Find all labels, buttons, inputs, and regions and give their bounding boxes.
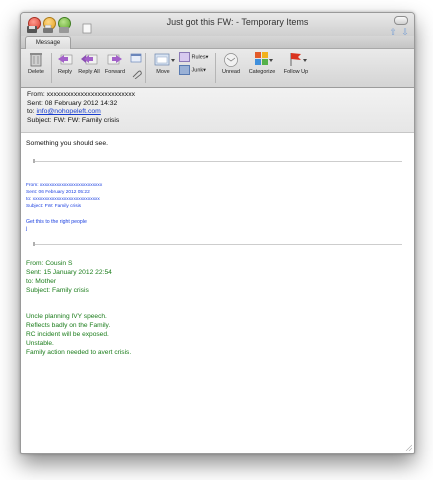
reply-all-button[interactable]: Reply All (77, 51, 101, 75)
delete-button[interactable]: Delete (25, 51, 47, 75)
reply-all-label: Reply All (78, 69, 100, 75)
to-label: to: (27, 108, 35, 116)
forward-button[interactable]: Forward (103, 51, 127, 75)
fw2-subject: Subject: Family crisis (26, 287, 89, 294)
rules-label: Rules (191, 54, 206, 61)
header-sent-row: Sent: 08 February 2012 14:32 (27, 100, 408, 109)
fw2-from: From: Cousin S (26, 260, 73, 267)
forward-divider (33, 159, 402, 163)
unread-label: Unread (221, 69, 241, 75)
header-to-row: to: info@nohopeleft.com (27, 108, 408, 117)
subject-value: FW: FW: Family crisis (53, 117, 120, 125)
junk-label: Junk (191, 67, 204, 74)
sent-label: Sent: (27, 99, 43, 107)
categorize-button[interactable]: Categorize (245, 51, 279, 75)
follow-up-button[interactable]: Follow Up (281, 51, 311, 75)
follow-up-flag-icon (287, 51, 307, 67)
toolbar-divider (145, 53, 146, 83)
fw2-line: Family action needed to avert crisis. (26, 349, 132, 356)
attachment-icon[interactable] (130, 69, 142, 79)
sent-value: 08 February 2012 14:32 (44, 99, 118, 107)
mail-window: Just got this FW: - Temporary Items ⇧ ⇩ … (20, 12, 415, 454)
forward-icon (106, 51, 124, 67)
reply-button[interactable]: Reply (54, 51, 76, 75)
fw1-from: From: xxxxxxxxxxxxxxxxxxxxxxxxxx (26, 183, 103, 188)
toolbar-toggle-button[interactable] (394, 16, 408, 25)
fw2-line: Uncle planning IVY speech. (26, 313, 107, 320)
tab-message[interactable]: Message (25, 36, 71, 49)
meeting-icon[interactable] (130, 53, 142, 67)
header-from-row: From: xxxxxxxxxxxxxxxxxxxxxxxxxx (27, 91, 408, 100)
document-icon[interactable] (82, 23, 94, 35)
window-title: Just got this FW: - Temporary Items (166, 17, 309, 27)
header-subject-row: Subject: FW: FW: Family crisis (27, 117, 408, 126)
move-icon (154, 51, 175, 67)
rules-icon (179, 52, 190, 62)
message-header: From: xxxxxxxxxxxxxxxxxxxxxxxxxx Sent: 0… (21, 88, 414, 133)
resize-grip-icon[interactable] (405, 444, 412, 451)
move-label: Move (156, 69, 170, 75)
fw2-line: Unstable. (26, 340, 54, 347)
rules-dropdown-icon: ▾ (205, 54, 209, 61)
fw2-sent: Sent: 15 January 2012 22:54 (26, 269, 112, 276)
junk-dropdown-icon: ▾ (203, 67, 206, 74)
fw1-to: to: xxxxxxxxxxxxxxxxxxxxxxxxxxxx (26, 197, 100, 202)
junk-icon (179, 65, 190, 75)
unread-button[interactable]: Unread (219, 51, 243, 75)
categorize-icon (253, 51, 273, 67)
junk-button[interactable]: Junk▾ (179, 65, 206, 75)
fw2-to: to: Mother (26, 278, 57, 285)
forward-divider (33, 242, 402, 246)
from-value[interactable]: xxxxxxxxxxxxxxxxxxxxxxxxxx (47, 91, 135, 98)
move-button[interactable]: Move (149, 51, 177, 75)
reply-icon (56, 51, 74, 67)
toolbar-divider (215, 53, 216, 83)
from-label: From: (27, 91, 45, 98)
reply-all-icon (80, 51, 98, 67)
fw2-line: Reflects badly on the Family. (26, 322, 111, 329)
reply-label: Reply (57, 69, 73, 75)
title-bar: Just got this FW: - Temporary Items ⇧ ⇩ (21, 13, 414, 37)
fw1-sent: Sent: 06 February 2012 05:22 (26, 190, 90, 195)
subject-label: Subject: (27, 117, 52, 125)
delete-label: Delete (28, 69, 44, 75)
unread-icon (222, 51, 240, 67)
fw2-line: RC incident will be exposed. (26, 331, 109, 338)
rules-button[interactable]: Rules▾ (179, 52, 208, 62)
to-email-link[interactable]: info@nohopeleft.com (36, 108, 100, 115)
categorize-label: Categorize (248, 69, 276, 75)
ribbon-tab-bar: Message (21, 36, 414, 49)
fw1-subject: Subject: FW: Family crisis (26, 204, 82, 209)
fw1-extra: j (26, 226, 28, 232)
intro-text: Something you should see. (26, 140, 108, 147)
forward-label: Forward (104, 69, 126, 75)
follow-up-label: Follow Up (283, 69, 309, 75)
delete-icon (27, 51, 45, 67)
toolbar-divider (51, 53, 52, 83)
fw1-message: Get this to the right people (26, 219, 87, 225)
ribbon-toolbar: Delete Reply Reply All Forward Move Rule… (21, 49, 414, 88)
message-body: Something you should see. From: xxxxxxxx… (21, 134, 414, 453)
